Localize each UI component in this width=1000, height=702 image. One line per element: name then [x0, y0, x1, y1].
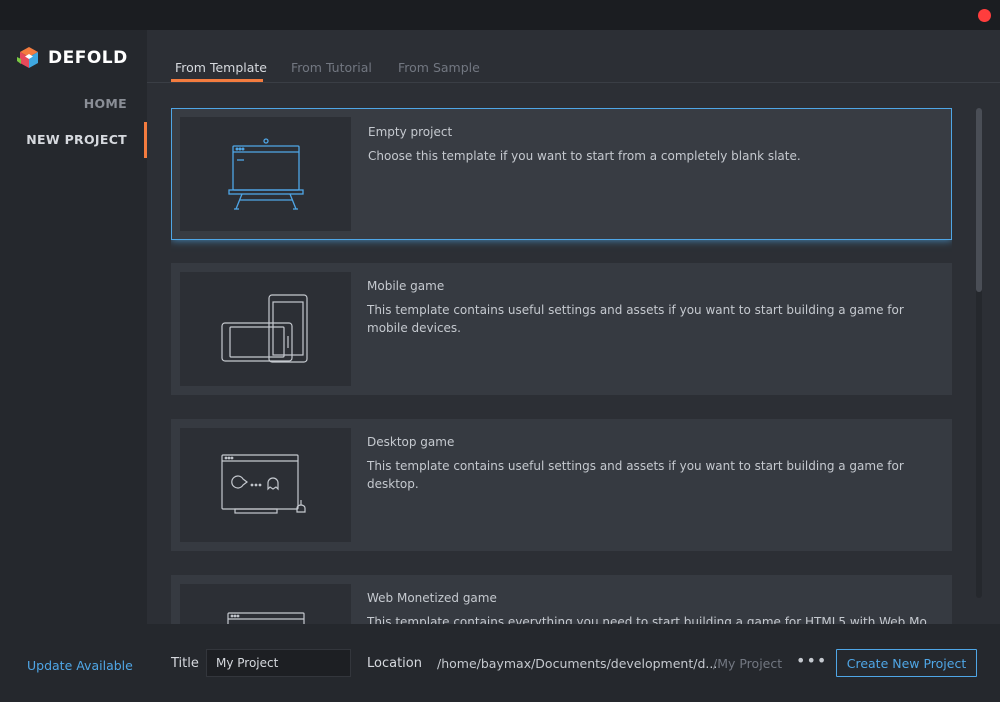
template-thumbnail: [180, 272, 351, 386]
tab-from-tutorial[interactable]: From Tutorial: [291, 60, 372, 75]
defold-logo-icon: [17, 47, 38, 68]
browser-window-icon: [226, 612, 305, 624]
desktop-pacman-icon: [220, 454, 306, 514]
tab-from-template[interactable]: From Template: [175, 60, 267, 75]
template-title: Empty project: [368, 125, 453, 139]
logo-text: DEFOLD: [48, 48, 128, 68]
scrollbar-thumb[interactable]: [976, 108, 982, 292]
main-panel: From Template From Tutorial From Sample: [147, 30, 1000, 624]
template-card-empty-project[interactable]: Empty project Choose this template if yo…: [171, 108, 952, 240]
project-title-input[interactable]: [206, 649, 351, 677]
template-list: Empty project Choose this template if yo…: [171, 108, 952, 624]
tab-bar: From Template From Tutorial From Sample: [147, 30, 1000, 83]
title-label: Title: [171, 656, 199, 671]
template-description: Choose this template if you want to star…: [368, 149, 801, 163]
template-title: Desktop game: [367, 435, 455, 449]
browse-location-button[interactable]: •••: [796, 651, 827, 670]
sidebar: DEFOLD HOME NEW PROJECT Update Available: [0, 30, 147, 702]
template-thumbnail: [180, 428, 351, 542]
active-tab-underline: [171, 79, 263, 82]
update-available-link[interactable]: Update Available: [27, 658, 133, 673]
easel-window-icon: [227, 138, 304, 210]
template-thumbnail: [180, 117, 351, 231]
template-description: This template contains useful settings a…: [367, 459, 904, 491]
template-list-scrollbar[interactable]: [976, 108, 982, 598]
template-thumbnail: [180, 584, 351, 624]
template-description: This template contains everything you ne…: [367, 615, 927, 624]
sidebar-item-new-project[interactable]: NEW PROJECT: [26, 132, 127, 147]
close-window-icon[interactable]: [978, 9, 991, 22]
template-title: Mobile game: [367, 279, 445, 293]
template-description: This template contains useful settings a…: [367, 303, 904, 335]
location-label: Location: [367, 656, 422, 671]
create-new-project-button[interactable]: Create New Project: [836, 649, 977, 677]
template-card-web-monetized-game[interactable]: Web Monetized game This template contain…: [171, 575, 952, 624]
template-card-mobile-game[interactable]: Mobile game This template contains usefu…: [171, 263, 952, 395]
phone-tablet-icon: [220, 294, 308, 363]
defold-logo: DEFOLD: [16, 46, 128, 70]
sidebar-item-home[interactable]: HOME: [84, 96, 127, 111]
template-card-desktop-game[interactable]: Desktop game This template contains usef…: [171, 419, 952, 551]
location-suffix: /My Project: [713, 656, 783, 671]
tab-from-sample[interactable]: From Sample: [398, 60, 480, 75]
template-title: Web Monetized game: [367, 591, 497, 605]
project-footer: Title Location /home/baymax/Documents/de…: [147, 624, 1000, 702]
title-bar: [0, 0, 1000, 30]
location-path[interactable]: /home/baymax/Documents/development/d...: [437, 656, 717, 671]
